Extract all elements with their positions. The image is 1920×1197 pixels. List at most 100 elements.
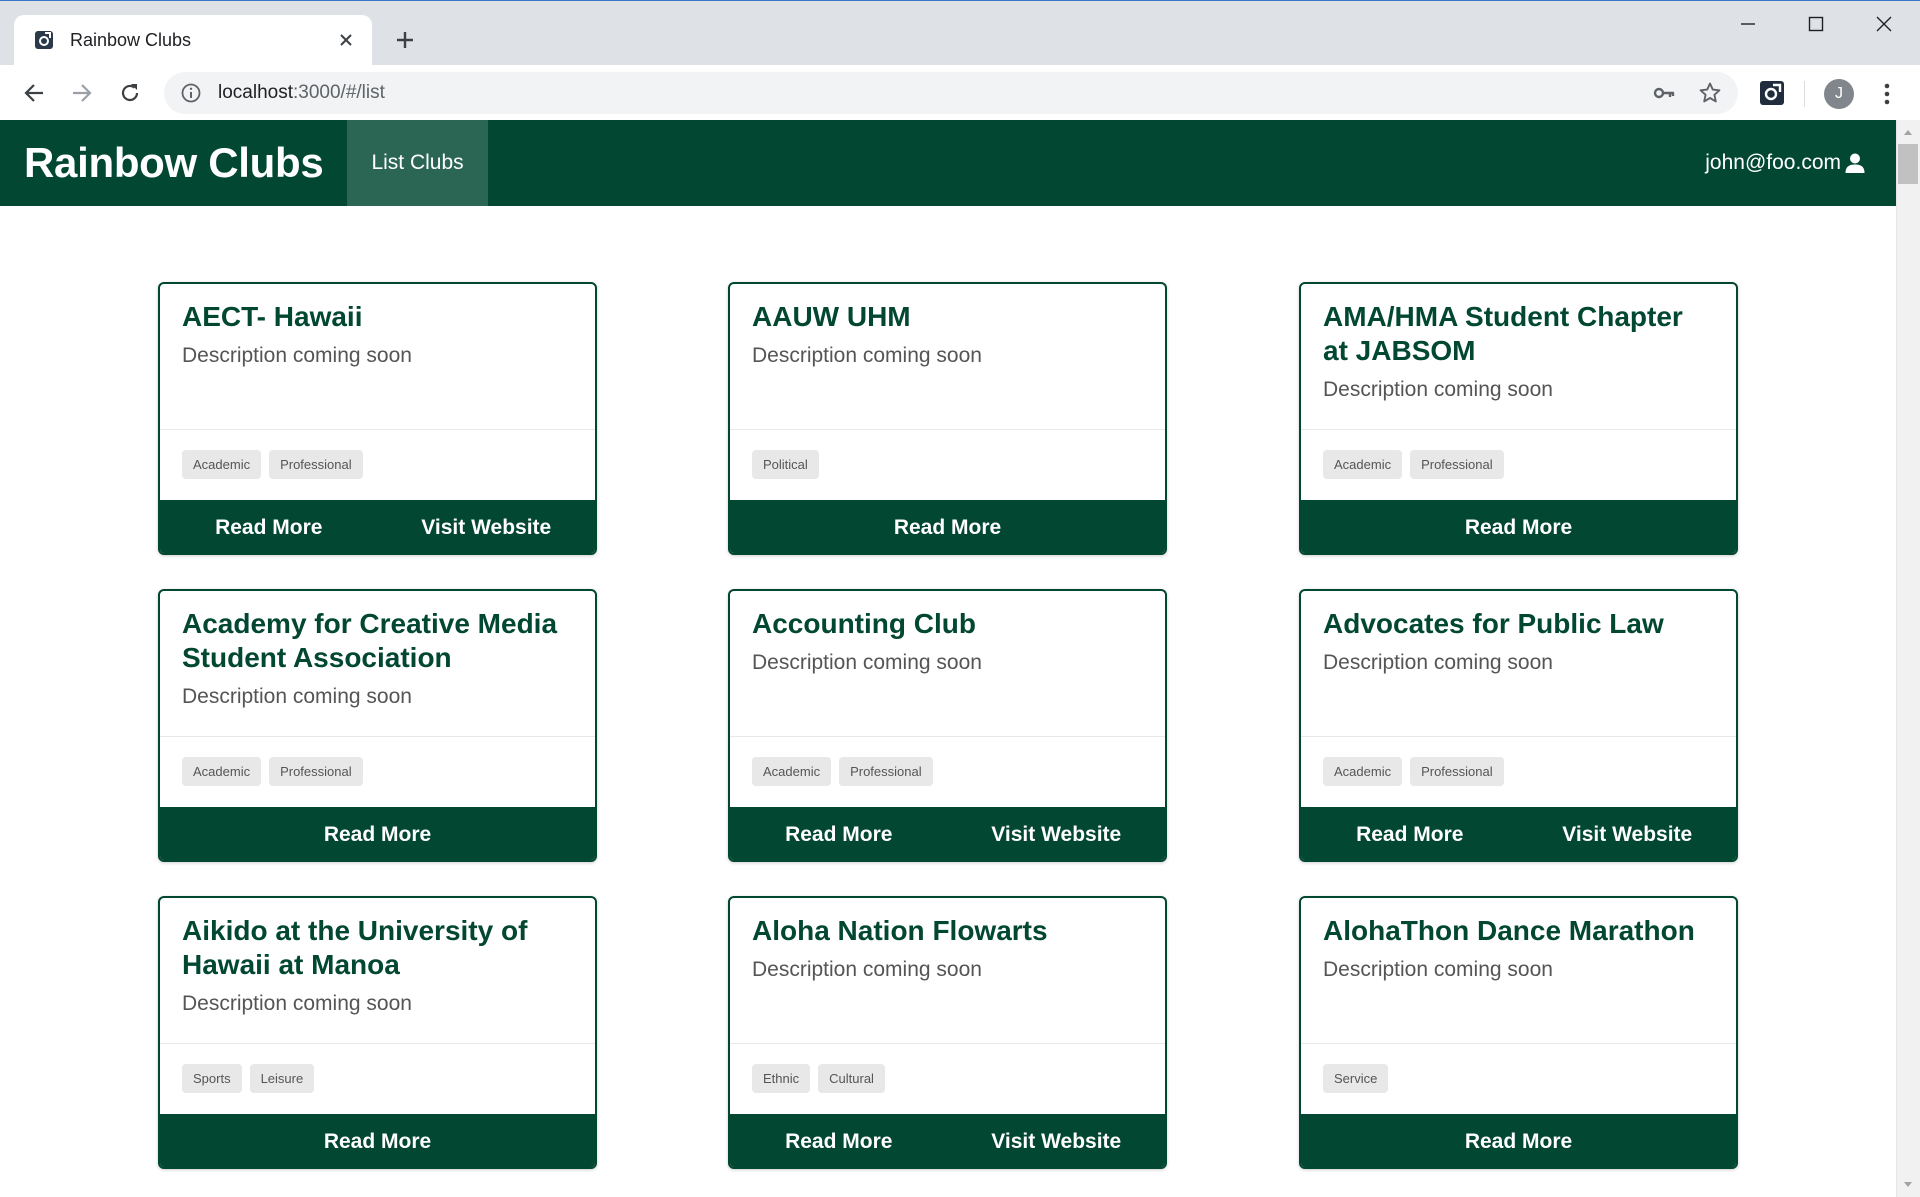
club-tags: Ethnic Cultural bbox=[730, 1043, 1165, 1114]
card-content: Aloha Nation Flowarts Description coming … bbox=[730, 898, 1165, 1043]
interest-tag: Professional bbox=[269, 757, 363, 786]
club-tags: Sports Leisure bbox=[160, 1043, 595, 1114]
interest-tag: Professional bbox=[1410, 450, 1504, 479]
club-description: Description coming soon bbox=[182, 344, 412, 367]
club-description: Description coming soon bbox=[1323, 651, 1553, 674]
club-name: AECT- Hawaii bbox=[182, 301, 363, 332]
club-description: Description coming soon bbox=[182, 685, 412, 708]
club-name: AAUW UHM bbox=[752, 301, 911, 332]
interest-tag: Cultural bbox=[818, 1064, 885, 1093]
scroll-up-arrow-icon[interactable] bbox=[1898, 122, 1918, 142]
key-icon[interactable] bbox=[1646, 75, 1682, 111]
interest-tag: Professional bbox=[1410, 757, 1504, 786]
card-content: AECT- Hawaii Description coming soon bbox=[160, 284, 595, 429]
url-host: localhost bbox=[218, 82, 293, 103]
user-menu[interactable]: john@foo.com bbox=[1705, 120, 1866, 206]
interest-tag: Academic bbox=[182, 450, 262, 479]
read-more-button[interactable]: Read More bbox=[160, 807, 595, 860]
interest-tag: Political bbox=[752, 450, 819, 479]
interest-tag: Professional bbox=[839, 757, 933, 786]
visit-website-button[interactable]: Visit Website bbox=[948, 1114, 1166, 1167]
user-icon bbox=[1844, 152, 1866, 174]
close-tab-icon[interactable] bbox=[332, 26, 360, 54]
close-window-icon[interactable] bbox=[1856, 9, 1912, 39]
card-content: Advocates for Public Law Description comi… bbox=[1301, 591, 1736, 736]
club-description: Description coming soon bbox=[1323, 958, 1553, 981]
club-description: Description coming soon bbox=[1323, 378, 1553, 401]
browser-tab[interactable]: Rainbow Clubs bbox=[14, 15, 372, 65]
visit-website-button[interactable]: Visit Website bbox=[378, 500, 596, 553]
club-tags: Political bbox=[730, 429, 1165, 500]
profile-avatar[interactable]: J bbox=[1824, 79, 1854, 109]
club-card: AMA/HMA Student Chapter at JABSOM Descrip… bbox=[1299, 282, 1738, 555]
tab-strip: Rainbow Clubs bbox=[0, 1, 1920, 65]
club-card: Academy for Creative Media Student Assoc… bbox=[158, 589, 597, 862]
maximize-icon[interactable] bbox=[1788, 9, 1844, 39]
card-content: Academy for Creative Media Student Assoc… bbox=[160, 591, 595, 736]
bookmark-star-icon[interactable] bbox=[1692, 75, 1728, 111]
nav-list-clubs[interactable]: List Clubs bbox=[347, 120, 488, 206]
read-more-button[interactable]: Read More bbox=[160, 500, 378, 553]
card-actions: Read More bbox=[1301, 1114, 1736, 1167]
club-name: Advocates for Public Law bbox=[1323, 608, 1664, 639]
club-card: Accounting Club Description coming soon Ac… bbox=[728, 589, 1167, 862]
page-viewport: Rainbow Clubs List Clubs john@foo.com AE… bbox=[0, 120, 1896, 1197]
user-email: john@foo.com bbox=[1705, 151, 1841, 174]
minimize-icon[interactable] bbox=[1720, 9, 1776, 39]
interest-tag: Academic bbox=[182, 757, 262, 786]
card-actions: Read More bbox=[1301, 500, 1736, 553]
url-text: localhost:3000/#/list bbox=[218, 82, 1646, 104]
new-tab-icon[interactable] bbox=[388, 23, 422, 57]
browser-menu-icon[interactable] bbox=[1872, 77, 1902, 111]
scroll-down-arrow-icon[interactable] bbox=[1898, 1175, 1918, 1195]
address-bar[interactable]: localhost:3000/#/list bbox=[164, 72, 1738, 114]
read-more-button[interactable]: Read More bbox=[160, 1114, 595, 1167]
card-actions: Read More Visit Website bbox=[1301, 807, 1737, 860]
interest-tag: Academic bbox=[752, 757, 832, 786]
club-name: Accounting Club bbox=[752, 608, 976, 639]
card-actions: Read More Visit Website bbox=[730, 807, 1166, 860]
club-tags: Academic Professional bbox=[1301, 736, 1736, 807]
reload-icon[interactable] bbox=[112, 75, 148, 111]
browser-chrome: Rainbow Clubs localhost:3000/#/list J bbox=[0, 0, 1920, 121]
url-path: :3000/#/list bbox=[293, 82, 385, 103]
visit-website-button[interactable]: Visit Website bbox=[1519, 807, 1737, 860]
read-more-button[interactable]: Read More bbox=[1301, 1114, 1736, 1167]
club-description: Description coming soon bbox=[752, 651, 982, 674]
page-scrollbar[interactable] bbox=[1896, 120, 1920, 1197]
club-card: AAUW UHM Description coming soon Political… bbox=[728, 282, 1167, 555]
card-actions: Read More bbox=[160, 807, 595, 860]
read-more-button[interactable]: Read More bbox=[730, 807, 948, 860]
interest-tag: Service bbox=[1323, 1064, 1389, 1093]
interest-tag: Ethnic bbox=[752, 1064, 811, 1093]
visit-website-button[interactable]: Visit Website bbox=[948, 807, 1166, 860]
read-more-button[interactable]: Read More bbox=[730, 500, 1165, 553]
card-content: Aikido at the University of Hawaii at Ma… bbox=[160, 898, 595, 1043]
interest-tag: Academic bbox=[1323, 757, 1403, 786]
toolbar-divider bbox=[1804, 81, 1805, 107]
read-more-button[interactable]: Read More bbox=[730, 1114, 948, 1167]
card-actions: Read More bbox=[730, 500, 1165, 553]
read-more-button[interactable]: Read More bbox=[1301, 807, 1519, 860]
card-actions: Read More Visit Website bbox=[160, 500, 596, 553]
back-icon[interactable] bbox=[16, 75, 52, 111]
read-more-button[interactable]: Read More bbox=[1301, 500, 1736, 553]
forward-icon[interactable] bbox=[64, 75, 100, 111]
club-description: Description coming soon bbox=[182, 992, 412, 1015]
club-card: AlohaThon Dance Marathon Description comi… bbox=[1299, 896, 1738, 1169]
club-tags: Service bbox=[1301, 1043, 1736, 1114]
club-card: Aloha Nation Flowarts Description coming … bbox=[728, 896, 1167, 1169]
club-name: Aikido at the University of Hawaii at Ma… bbox=[182, 915, 528, 980]
club-card: Advocates for Public Law Description comi… bbox=[1299, 589, 1738, 862]
brand-link[interactable]: Rainbow Clubs bbox=[24, 139, 324, 187]
extension-icon[interactable] bbox=[1756, 77, 1788, 109]
card-actions: Read More bbox=[160, 1114, 595, 1167]
tab-title: Rainbow Clubs bbox=[70, 29, 192, 50]
favicon-icon bbox=[34, 30, 54, 50]
club-name: AMA/HMA Student Chapter at JABSOM bbox=[1323, 301, 1683, 366]
site-info-icon[interactable] bbox=[180, 82, 202, 104]
scrollbar-thumb[interactable] bbox=[1898, 144, 1918, 184]
club-tags: Academic Professional bbox=[1301, 429, 1736, 500]
interest-tag: Professional bbox=[269, 450, 363, 479]
card-content: AMA/HMA Student Chapter at JABSOM Descrip… bbox=[1301, 284, 1736, 429]
